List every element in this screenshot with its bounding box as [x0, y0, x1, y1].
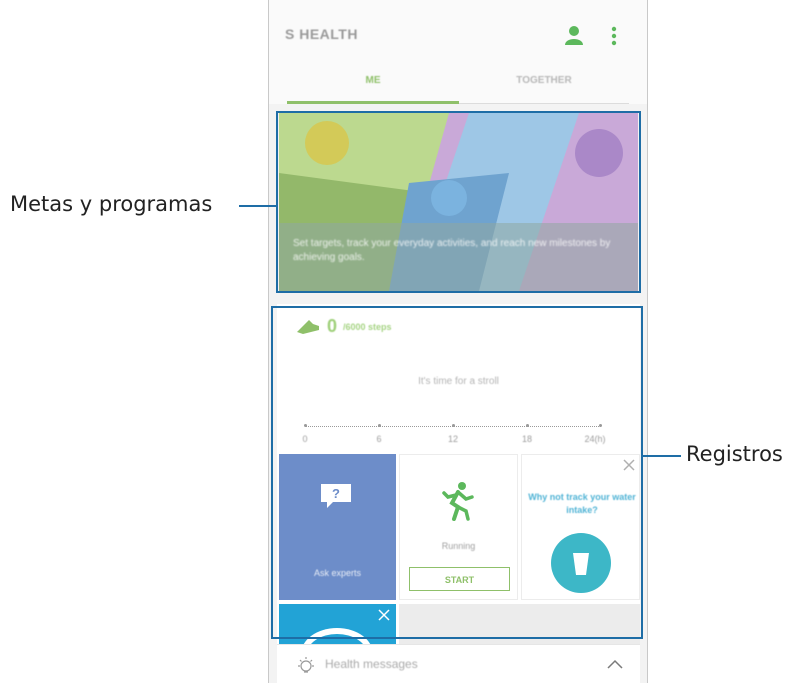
health-messages-label: Health messages — [325, 657, 418, 671]
goals-highlight-frame — [276, 111, 641, 293]
goals-leader-line — [239, 205, 276, 207]
tab-together[interactable]: TOGETHER — [459, 75, 629, 86]
chevron-up-icon[interactable] — [607, 659, 623, 669]
records-callout: Registros — [686, 442, 783, 466]
tab-me[interactable]: ME — [287, 75, 459, 86]
lightbulb-icon — [298, 657, 314, 673]
health-messages-bar[interactable]: Health messages — [277, 644, 640, 683]
app-title: S HEALTH — [285, 26, 358, 42]
records-leader-line — [643, 455, 681, 457]
person-icon[interactable] — [565, 25, 583, 45]
tab-selected-indicator — [287, 101, 459, 104]
app-bar: S HEALTH ME TOGETHER — [269, 0, 647, 104]
records-highlight-frame — [271, 306, 643, 639]
more-vert-icon[interactable] — [609, 25, 619, 47]
goals-callout: Metas y programas — [10, 192, 213, 216]
